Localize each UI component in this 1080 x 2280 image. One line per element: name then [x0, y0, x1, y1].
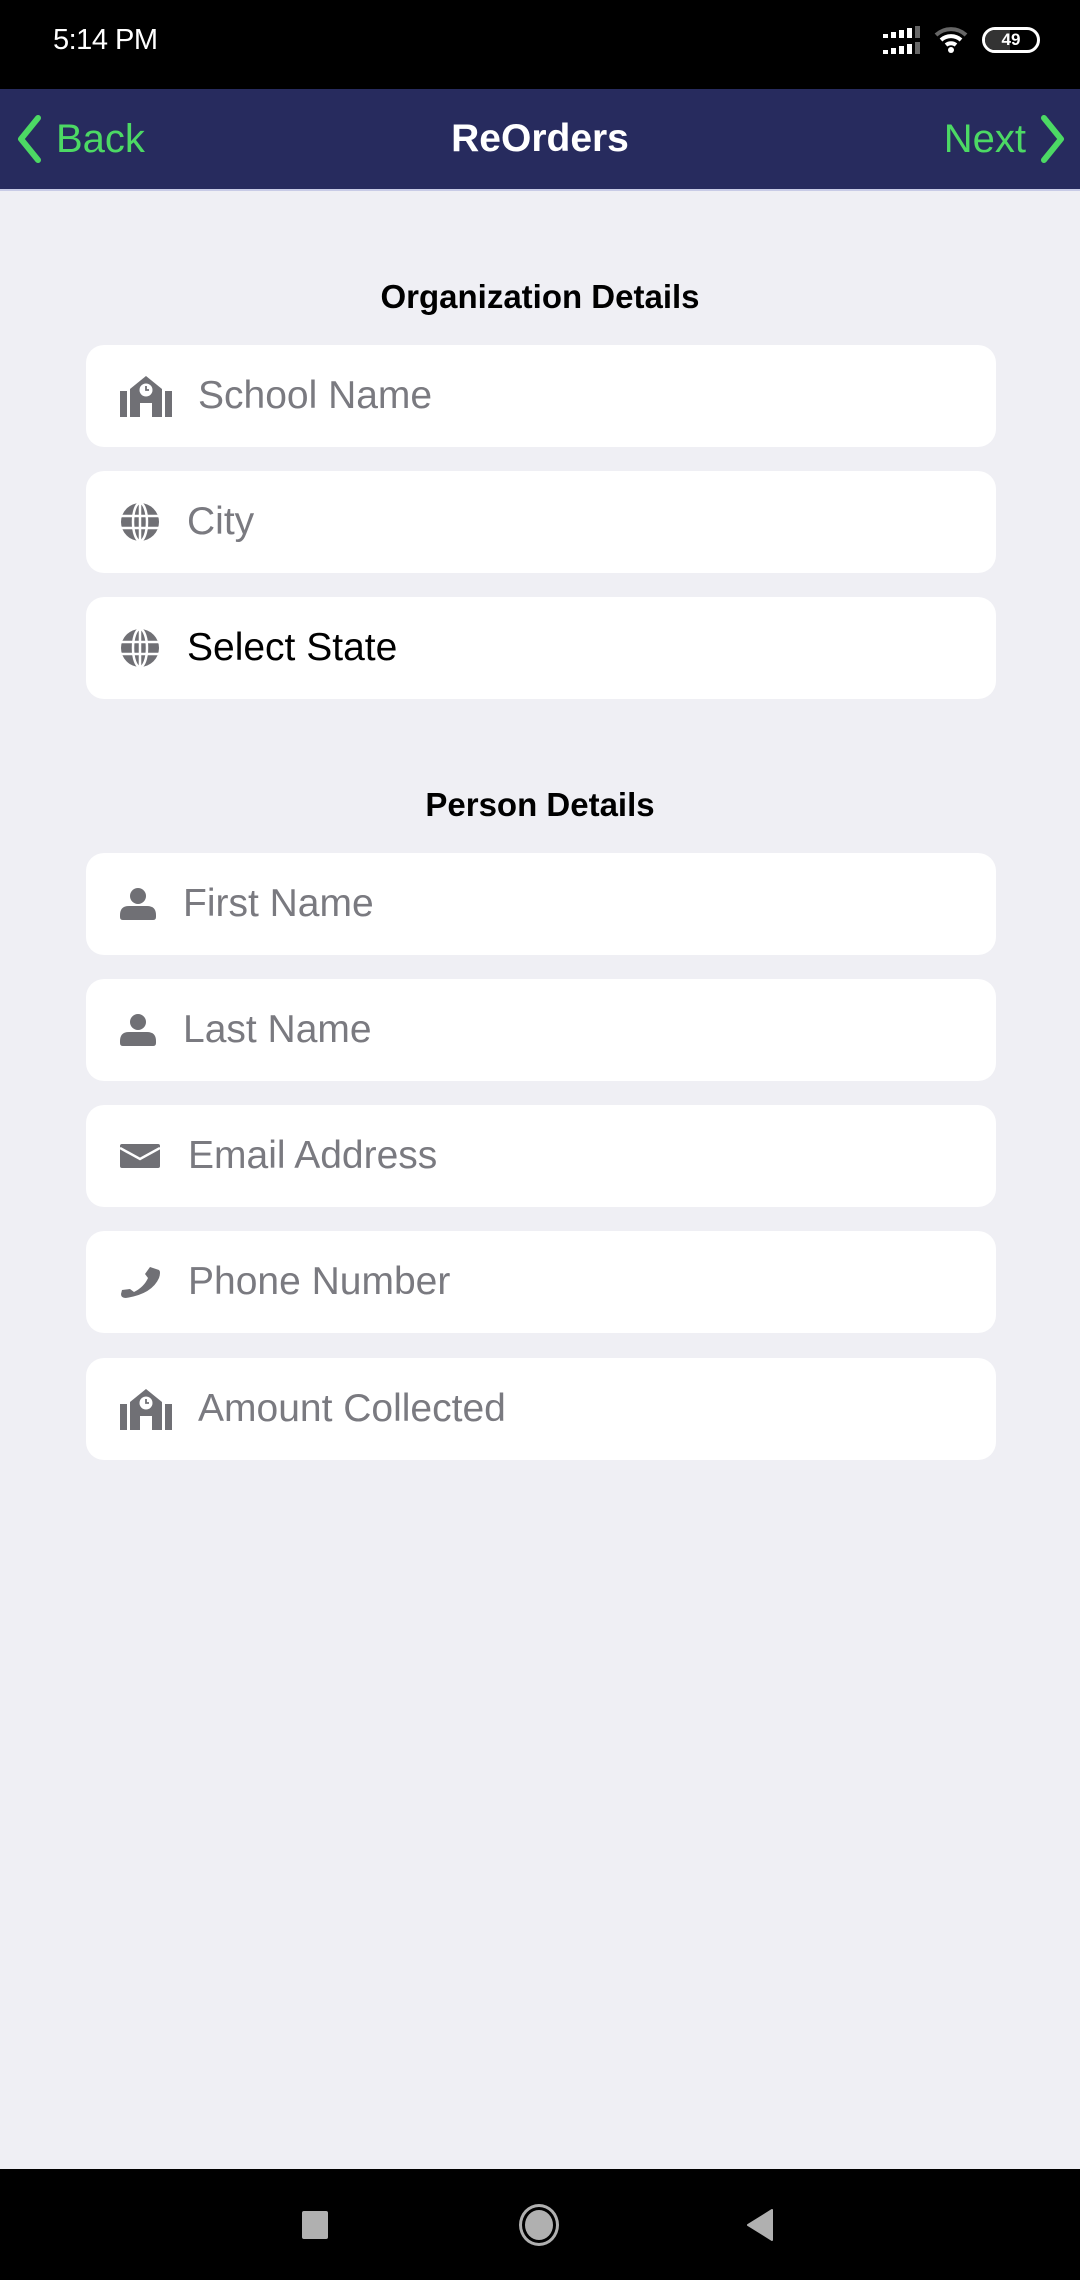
globe-icon	[120, 624, 187, 672]
email-field[interactable]	[86, 1105, 996, 1207]
first-name-input[interactable]	[183, 882, 963, 926]
signal-icon	[883, 26, 920, 54]
globe-icon	[120, 498, 187, 546]
first-name-field[interactable]	[86, 853, 996, 955]
page-title: ReOrders	[451, 117, 629, 160]
home-button[interactable]	[519, 2204, 559, 2246]
envelope-icon	[120, 1132, 188, 1180]
last-name-field[interactable]	[86, 979, 996, 1081]
amount-collected-field[interactable]	[86, 1358, 996, 1460]
chevron-right-icon	[1041, 115, 1064, 163]
system-nav-bar	[0, 2169, 1080, 2280]
back-triangle-icon[interactable]	[747, 2209, 773, 2241]
user-icon	[120, 1006, 183, 1054]
email-input[interactable]	[188, 1134, 968, 1178]
state-select-value: Select State	[187, 626, 398, 669]
city-input[interactable]	[187, 500, 967, 544]
organization-details-heading: Organization Details	[380, 278, 700, 315]
user-icon	[120, 880, 183, 928]
phone-icon	[120, 1258, 188, 1306]
home-icon	[525, 2210, 553, 2240]
school-icon	[120, 372, 198, 420]
phone-input[interactable]	[188, 1260, 968, 1304]
school-name-input[interactable]	[198, 374, 978, 418]
next-button[interactable]: Next	[944, 89, 1066, 189]
status-bar: 5:14 PM 49	[0, 0, 1080, 89]
last-name-input[interactable]	[183, 1008, 963, 1052]
phone-field[interactable]	[86, 1231, 996, 1333]
school-icon	[120, 1385, 198, 1433]
city-field[interactable]	[86, 471, 996, 573]
recents-button[interactable]	[302, 2211, 328, 2239]
battery-level: 49	[1001, 30, 1021, 49]
status-time: 5:14 PM	[53, 24, 158, 56]
amount-collected-input[interactable]	[198, 1387, 978, 1431]
wifi-icon	[934, 27, 968, 53]
state-select[interactable]: Select State	[86, 597, 996, 699]
nav-bar: Back ReOrders Next	[0, 89, 1080, 191]
person-details-heading: Person Details	[425, 786, 655, 823]
battery-icon: 49	[982, 27, 1040, 53]
next-label: Next	[943, 116, 1026, 161]
school-name-field[interactable]	[86, 345, 996, 447]
status-icons: 49	[883, 26, 1040, 54]
